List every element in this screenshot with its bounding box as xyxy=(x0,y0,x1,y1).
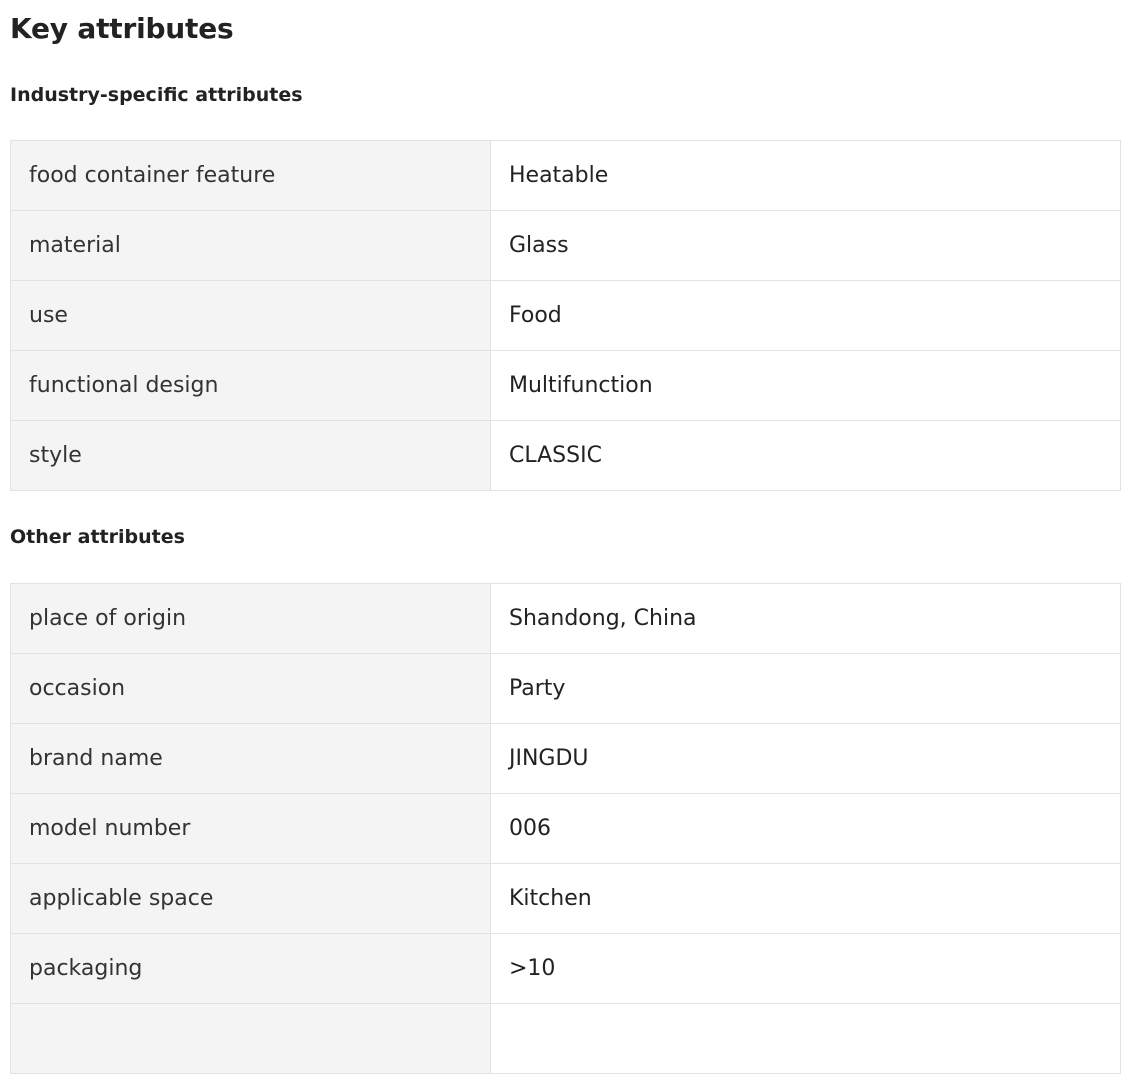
attribute-name: food container feature xyxy=(10,140,491,211)
table-row xyxy=(10,1003,1121,1074)
section-title-industry-specific: Industry-specific attributes xyxy=(10,84,303,106)
attribute-name: occasion xyxy=(10,653,491,724)
attribute-value: Kitchen xyxy=(490,863,1121,934)
attribute-name: material xyxy=(10,210,491,281)
table-row: occasion Party xyxy=(10,653,1121,724)
attribute-value: CLASSIC xyxy=(490,420,1121,491)
section-title-other: Other attributes xyxy=(10,526,185,548)
table-row: packaging >10 xyxy=(10,933,1121,1004)
attribute-value: Shandong, China xyxy=(490,583,1121,654)
attribute-value: Multifunction xyxy=(490,350,1121,421)
attribute-value xyxy=(490,1003,1121,1074)
attribute-name: use xyxy=(10,280,491,351)
attribute-name: style xyxy=(10,420,491,491)
attribute-name: applicable space xyxy=(10,863,491,934)
attribute-name: place of origin xyxy=(10,583,491,654)
table-row: food container feature Heatable xyxy=(10,140,1121,211)
page-title: Key attributes xyxy=(10,12,234,45)
table-row: place of origin Shandong, China xyxy=(10,583,1121,654)
attribute-name: functional design xyxy=(10,350,491,421)
table-row: model number 006 xyxy=(10,793,1121,864)
table-row: applicable space Kitchen xyxy=(10,863,1121,934)
attribute-name: brand name xyxy=(10,723,491,794)
industry-specific-attributes-table: food container feature Heatable material… xyxy=(10,140,1121,491)
attribute-value: Food xyxy=(490,280,1121,351)
attribute-name xyxy=(10,1003,491,1074)
attribute-value: Heatable xyxy=(490,140,1121,211)
table-row: style CLASSIC xyxy=(10,420,1121,491)
attribute-name: packaging xyxy=(10,933,491,1004)
other-attributes-table: place of origin Shandong, China occasion… xyxy=(10,583,1121,1074)
table-row: use Food xyxy=(10,280,1121,351)
attribute-value: 006 xyxy=(490,793,1121,864)
table-row: material Glass xyxy=(10,210,1121,281)
table-row: brand name JINGDU xyxy=(10,723,1121,794)
attribute-value: Party xyxy=(490,653,1121,724)
table-row: functional design Multifunction xyxy=(10,350,1121,421)
attribute-name: model number xyxy=(10,793,491,864)
attribute-value: Glass xyxy=(490,210,1121,281)
attribute-value: >10 xyxy=(490,933,1121,1004)
attribute-value: JINGDU xyxy=(490,723,1121,794)
